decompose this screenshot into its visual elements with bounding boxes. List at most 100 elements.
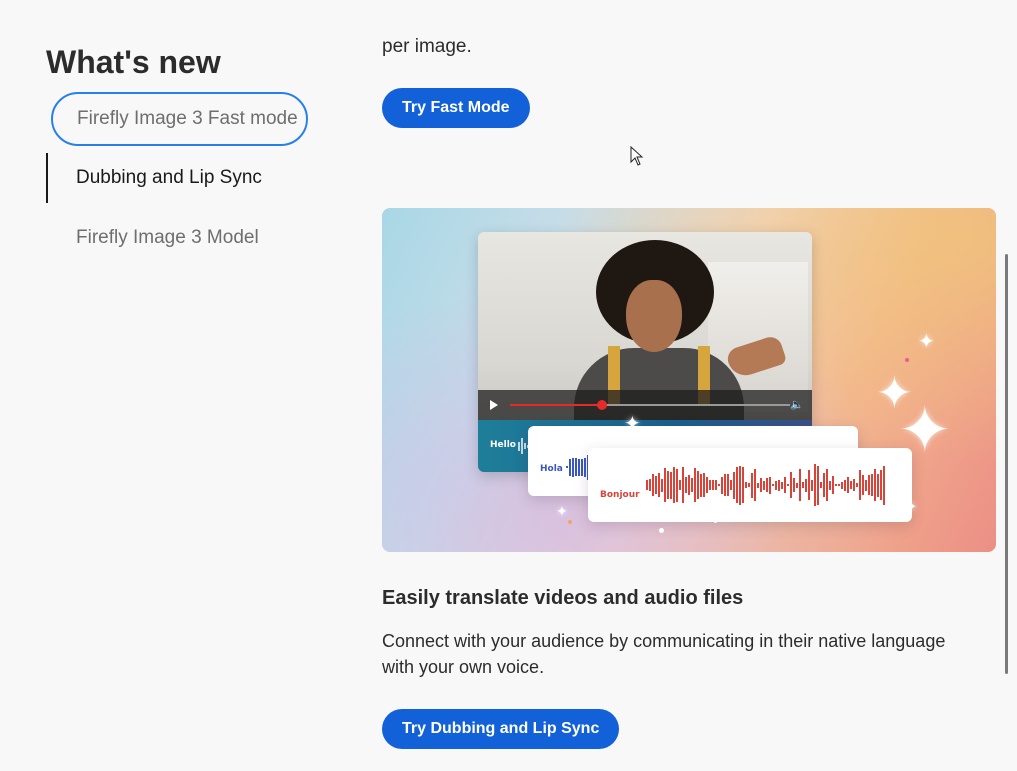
waveform-bar bbox=[584, 457, 586, 477]
waveform-bar bbox=[835, 484, 837, 486]
waveform-bar bbox=[566, 466, 568, 468]
waveform-bar bbox=[706, 477, 708, 493]
waveform-bar bbox=[868, 475, 870, 495]
waveform-bar bbox=[880, 470, 882, 500]
page-scrollbar[interactable] bbox=[1005, 254, 1008, 674]
waveform-bar bbox=[865, 479, 867, 491]
sidebar-item-firefly-image-3-fast-mode[interactable]: Firefly Image 3 Fast mode bbox=[51, 92, 308, 146]
waveform-bar bbox=[808, 470, 810, 500]
waveform-bar bbox=[709, 480, 711, 490]
waveform-bar bbox=[664, 468, 666, 502]
waveform-bar bbox=[724, 474, 726, 496]
waveform-bar bbox=[569, 458, 571, 476]
previous-section-text: per image. bbox=[382, 36, 472, 57]
waveform-bar bbox=[799, 469, 801, 501]
waveform-bar bbox=[772, 484, 774, 486]
waveform-bar bbox=[760, 478, 762, 492]
waveform-bar bbox=[751, 472, 753, 498]
waveform-bar bbox=[883, 465, 885, 505]
video-progress-knob[interactable] bbox=[597, 400, 608, 410]
waveform-bar bbox=[733, 471, 735, 499]
waveform-bar bbox=[826, 469, 828, 501]
waveform-label-english: Hello bbox=[490, 440, 516, 450]
waveform-label-french: Bonjour bbox=[600, 490, 640, 500]
waveform-bar bbox=[754, 469, 756, 501]
waveform-bar bbox=[859, 470, 861, 500]
sparkle-icon: ✦ bbox=[898, 394, 952, 466]
waveform-bar bbox=[661, 478, 663, 492]
waveform-bar bbox=[679, 480, 681, 490]
sidebar-item-firefly-image-3-model[interactable]: Firefly Image 3 Model bbox=[46, 213, 308, 263]
waveform-bar bbox=[769, 476, 771, 494]
waveform-bar bbox=[871, 474, 873, 496]
waveform-bar bbox=[572, 457, 574, 477]
waveform-bar bbox=[658, 473, 660, 497]
waveform-bar bbox=[736, 467, 738, 503]
waveform-bar bbox=[742, 467, 744, 503]
sparkle-icon: ✦ bbox=[624, 413, 641, 435]
section-description: Connect with your audience by communicat… bbox=[382, 631, 946, 677]
sidebar-item-dubbing-and-lip-sync[interactable]: Dubbing and Lip Sync bbox=[46, 153, 308, 203]
waveform-bar bbox=[739, 465, 741, 505]
waveform-bar bbox=[748, 483, 750, 487]
waveform-bar bbox=[850, 481, 852, 489]
waveform-bar bbox=[763, 480, 765, 490]
waveform-bar bbox=[841, 481, 843, 489]
waveform-bar bbox=[814, 464, 816, 506]
waveform-bar bbox=[524, 443, 526, 449]
waveform-bar bbox=[581, 458, 583, 476]
waveform-bar bbox=[847, 477, 849, 493]
section-title: Easily translate videos and audio files bbox=[382, 587, 744, 609]
waveform-bar bbox=[649, 479, 651, 491]
waveform-bar bbox=[784, 477, 786, 493]
waveform-bar bbox=[817, 465, 819, 505]
waveform-bar bbox=[775, 480, 777, 490]
waveform-bar bbox=[802, 482, 804, 488]
waveform-bar bbox=[727, 474, 729, 496]
waveform-bar bbox=[521, 438, 523, 454]
waveform-bar bbox=[578, 458, 580, 476]
waveform-bar bbox=[796, 482, 798, 488]
waveform-bar bbox=[721, 476, 723, 494]
try-dubbing-and-lip-sync-button[interactable]: Try Dubbing and Lip Sync bbox=[382, 709, 620, 749]
waveform-french-card: Bonjour bbox=[588, 448, 912, 522]
waveform-bar bbox=[694, 468, 696, 502]
sparkle-icon: ✦ bbox=[556, 503, 568, 519]
waveform-bar bbox=[829, 480, 831, 490]
waveform-bar bbox=[688, 475, 690, 495]
waveform-bar bbox=[518, 441, 520, 451]
waveform-bar bbox=[862, 475, 864, 495]
video-controls: 🔈 bbox=[478, 390, 812, 420]
waveform-label-spanish: Hola bbox=[540, 464, 563, 474]
play-icon[interactable] bbox=[490, 400, 498, 410]
waveform-french bbox=[646, 462, 885, 508]
waveform-bar bbox=[670, 471, 672, 499]
video-progress-track[interactable] bbox=[510, 400, 790, 410]
waveform-bar bbox=[652, 474, 654, 496]
person-face bbox=[626, 280, 682, 352]
decorative-dot bbox=[659, 528, 664, 533]
waveform-bar bbox=[844, 479, 846, 491]
try-fast-mode-button[interactable]: Try Fast Mode bbox=[382, 88, 530, 128]
waveform-bar bbox=[730, 480, 732, 490]
video-progress-fill bbox=[510, 404, 603, 406]
waveform-bar bbox=[673, 467, 675, 503]
waveform-bar bbox=[766, 478, 768, 492]
waveform-bar bbox=[697, 471, 699, 499]
waveform-bar bbox=[718, 484, 720, 486]
waveform-bar bbox=[787, 484, 789, 486]
waveform-bar bbox=[703, 473, 705, 497]
sparkle-icon: ✦ bbox=[904, 499, 918, 516]
waveform-bar bbox=[575, 458, 577, 476]
waveform-bar bbox=[757, 482, 759, 488]
waveform-bar bbox=[700, 473, 702, 497]
waveform-bar bbox=[691, 478, 693, 492]
waveform-bar bbox=[745, 482, 747, 488]
waveform-bar bbox=[856, 483, 858, 487]
decorative-dot bbox=[905, 358, 909, 362]
waveform-bar bbox=[874, 469, 876, 501]
waveform-bar bbox=[805, 478, 807, 492]
volume-icon[interactable]: 🔈 bbox=[790, 398, 804, 412]
page: What's new Firefly Image 3 Fast mode Dub… bbox=[0, 0, 1017, 771]
waveform-bar bbox=[646, 480, 648, 490]
